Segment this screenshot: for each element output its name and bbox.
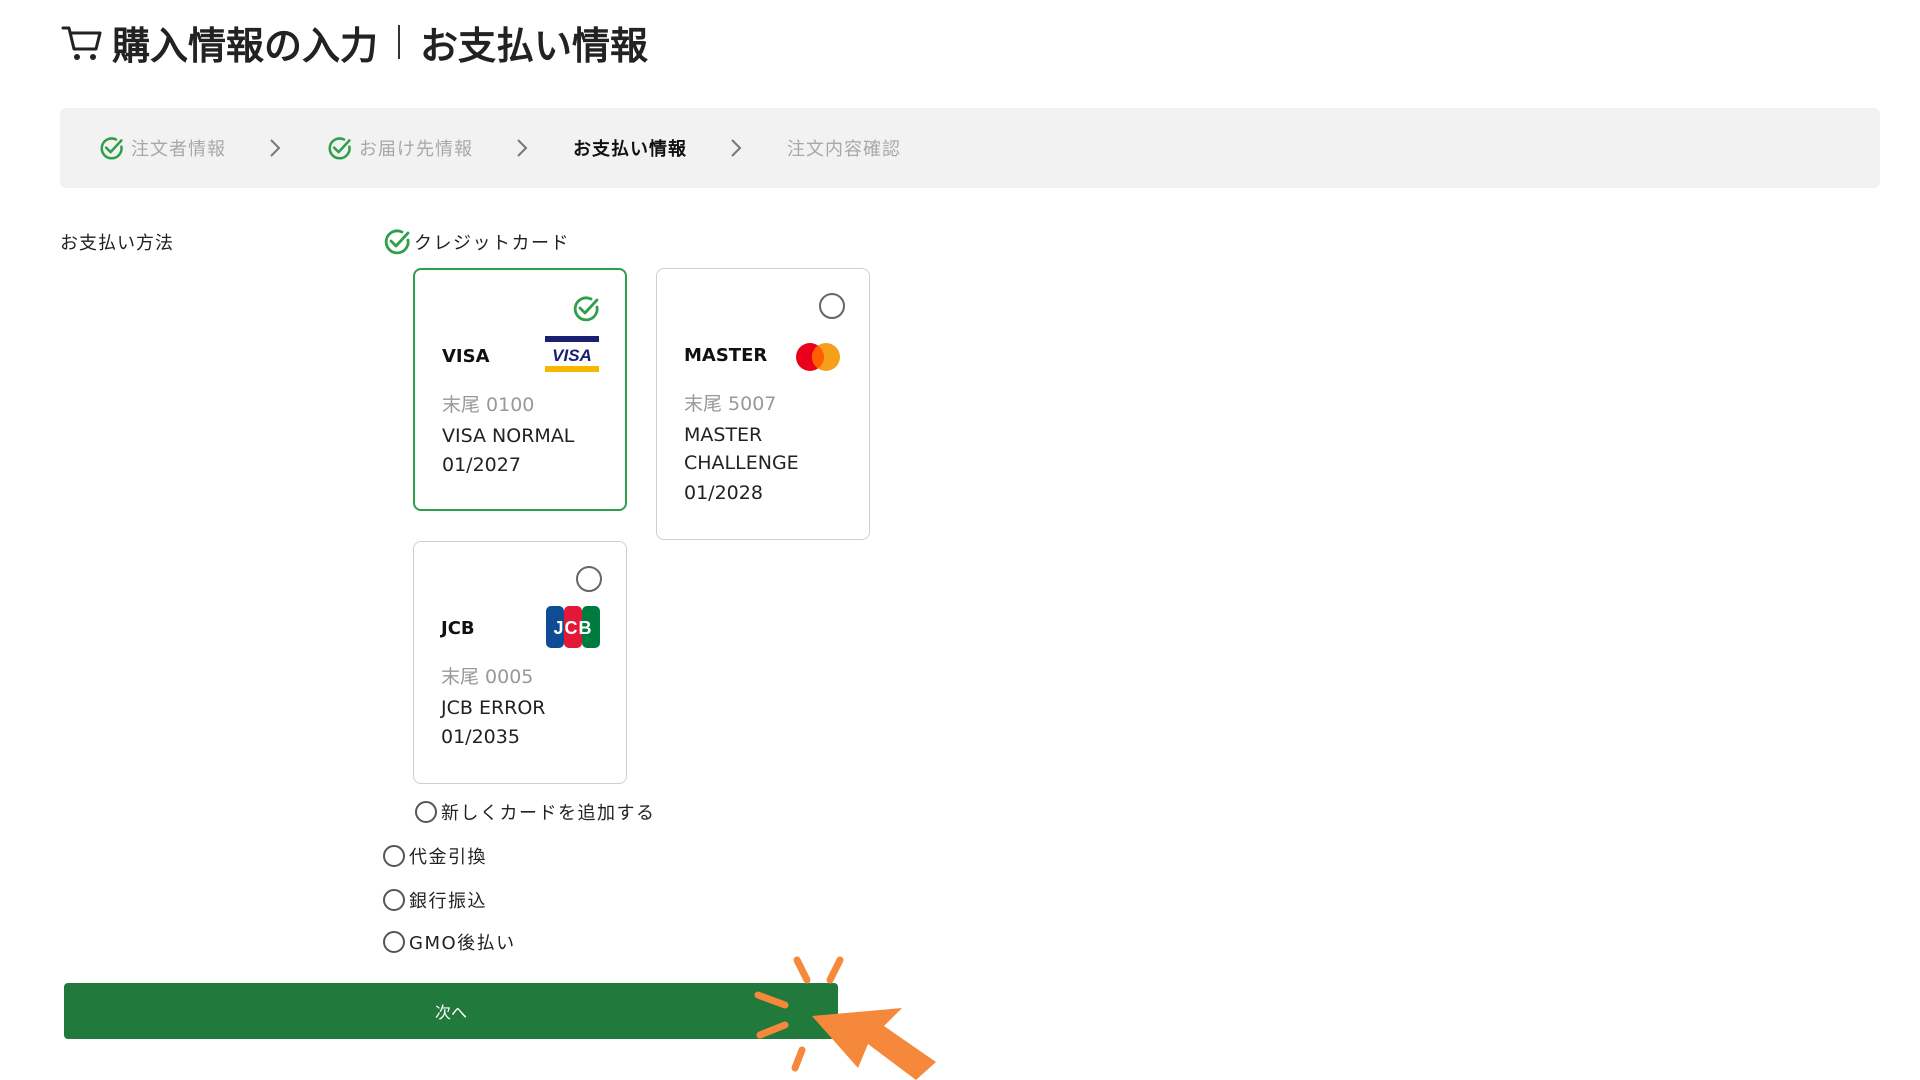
card-last-digits: 末尾 5007: [684, 393, 777, 415]
payment-option-bank-transfer[interactable]: 銀行振込: [383, 887, 487, 913]
card-expiry: 01/2035: [441, 726, 520, 748]
card-brand: MASTER: [684, 345, 768, 366]
card-expiry: 01/2028: [684, 482, 763, 504]
payment-option-credit-card[interactable]: クレジットカード: [382, 227, 570, 257]
step-label: 注文者情報: [131, 139, 226, 160]
step-label: お届け先情報: [359, 139, 473, 160]
card-brand: JCB: [441, 618, 475, 639]
radio-empty-icon: [415, 801, 437, 823]
step-orderer-info: 注文者情報: [98, 135, 226, 162]
card-holder-name: JCB ERROR: [441, 697, 546, 719]
add-new-card-option[interactable]: 新しくカードを追加する: [415, 799, 656, 825]
card-holder-name: MASTER CHALLENGE: [684, 424, 799, 474]
page-title-main: 購入情報の入力: [112, 23, 379, 68]
card-holder-name: VISA NORMAL: [442, 425, 575, 447]
cart-icon: [61, 26, 102, 60]
chevron-right-icon: [270, 139, 281, 157]
saved-card-jcb[interactable]: JCB JCB 末尾 0005 JCB ERROR 01/2035: [413, 541, 627, 784]
card-last-digits: 末尾 0005: [441, 666, 534, 688]
radio-empty-icon: [576, 566, 602, 592]
check-circle-icon: [384, 229, 410, 255]
check-circle-icon: [328, 136, 351, 160]
click-cursor-icon: [754, 956, 936, 1080]
payment-option-label: GMO後払い: [409, 933, 516, 954]
progress-stepper: 注文者情報 お届け先情報 お支払い情報 注文内容確認: [60, 108, 1880, 188]
card-last-digits: 末尾 0100: [442, 394, 535, 416]
chevron-right-icon: [731, 139, 742, 157]
step-label: お支払い情報: [573, 139, 687, 160]
step-delivery-info: お届け先情報: [326, 135, 473, 162]
mastercard-logo-icon: [796, 343, 840, 371]
payment-option-gmo-postpay[interactable]: GMO後払い: [383, 929, 516, 955]
jcb-logo-text: JCB: [553, 618, 592, 638]
radio-empty-icon: [383, 845, 405, 867]
radio-empty-icon: [819, 293, 845, 319]
card-radio[interactable]: [576, 566, 602, 592]
saved-card-master[interactable]: MASTER 末尾 5007 MASTER CHALLENGE 01/2028: [656, 268, 870, 540]
saved-card-visa[interactable]: VISA VISA 末尾 0100 VISA NORMAL 01/2027: [413, 268, 627, 511]
card-radio[interactable]: [819, 293, 845, 319]
card-brand: VISA: [442, 346, 490, 367]
check-circle-icon: [573, 296, 599, 322]
check-circle-icon: [100, 136, 123, 160]
radio-empty-icon: [383, 931, 405, 953]
payment-option-cod[interactable]: 代金引換: [383, 843, 487, 869]
payment-method-label: お支払い方法: [60, 233, 174, 254]
card-expiry: 01/2027: [442, 454, 521, 476]
step-label: 注文内容確認: [787, 139, 901, 160]
payment-option-label: クレジットカード: [414, 233, 570, 254]
page-title-sub: お支払い情報: [420, 23, 649, 68]
next-button[interactable]: 次へ: [64, 983, 838, 1039]
add-new-card-label: 新しくカードを追加する: [441, 803, 656, 824]
visa-logo-text: VISA: [552, 346, 592, 365]
title-divider: [398, 25, 401, 59]
step-payment-info: お支払い情報: [573, 135, 687, 161]
step-order-confirm: 注文内容確認: [787, 135, 901, 161]
jcb-logo-icon: JCB: [546, 606, 600, 648]
page-title: 購入情報の入力 お支払い情報: [60, 14, 648, 70]
chevron-right-icon: [517, 139, 528, 157]
payment-option-label: 代金引換: [409, 847, 487, 868]
payment-option-label: 銀行振込: [409, 891, 487, 912]
visa-logo-icon: VISA: [545, 336, 599, 372]
card-selected-indicator: [571, 294, 601, 328]
radio-empty-icon: [383, 889, 405, 911]
